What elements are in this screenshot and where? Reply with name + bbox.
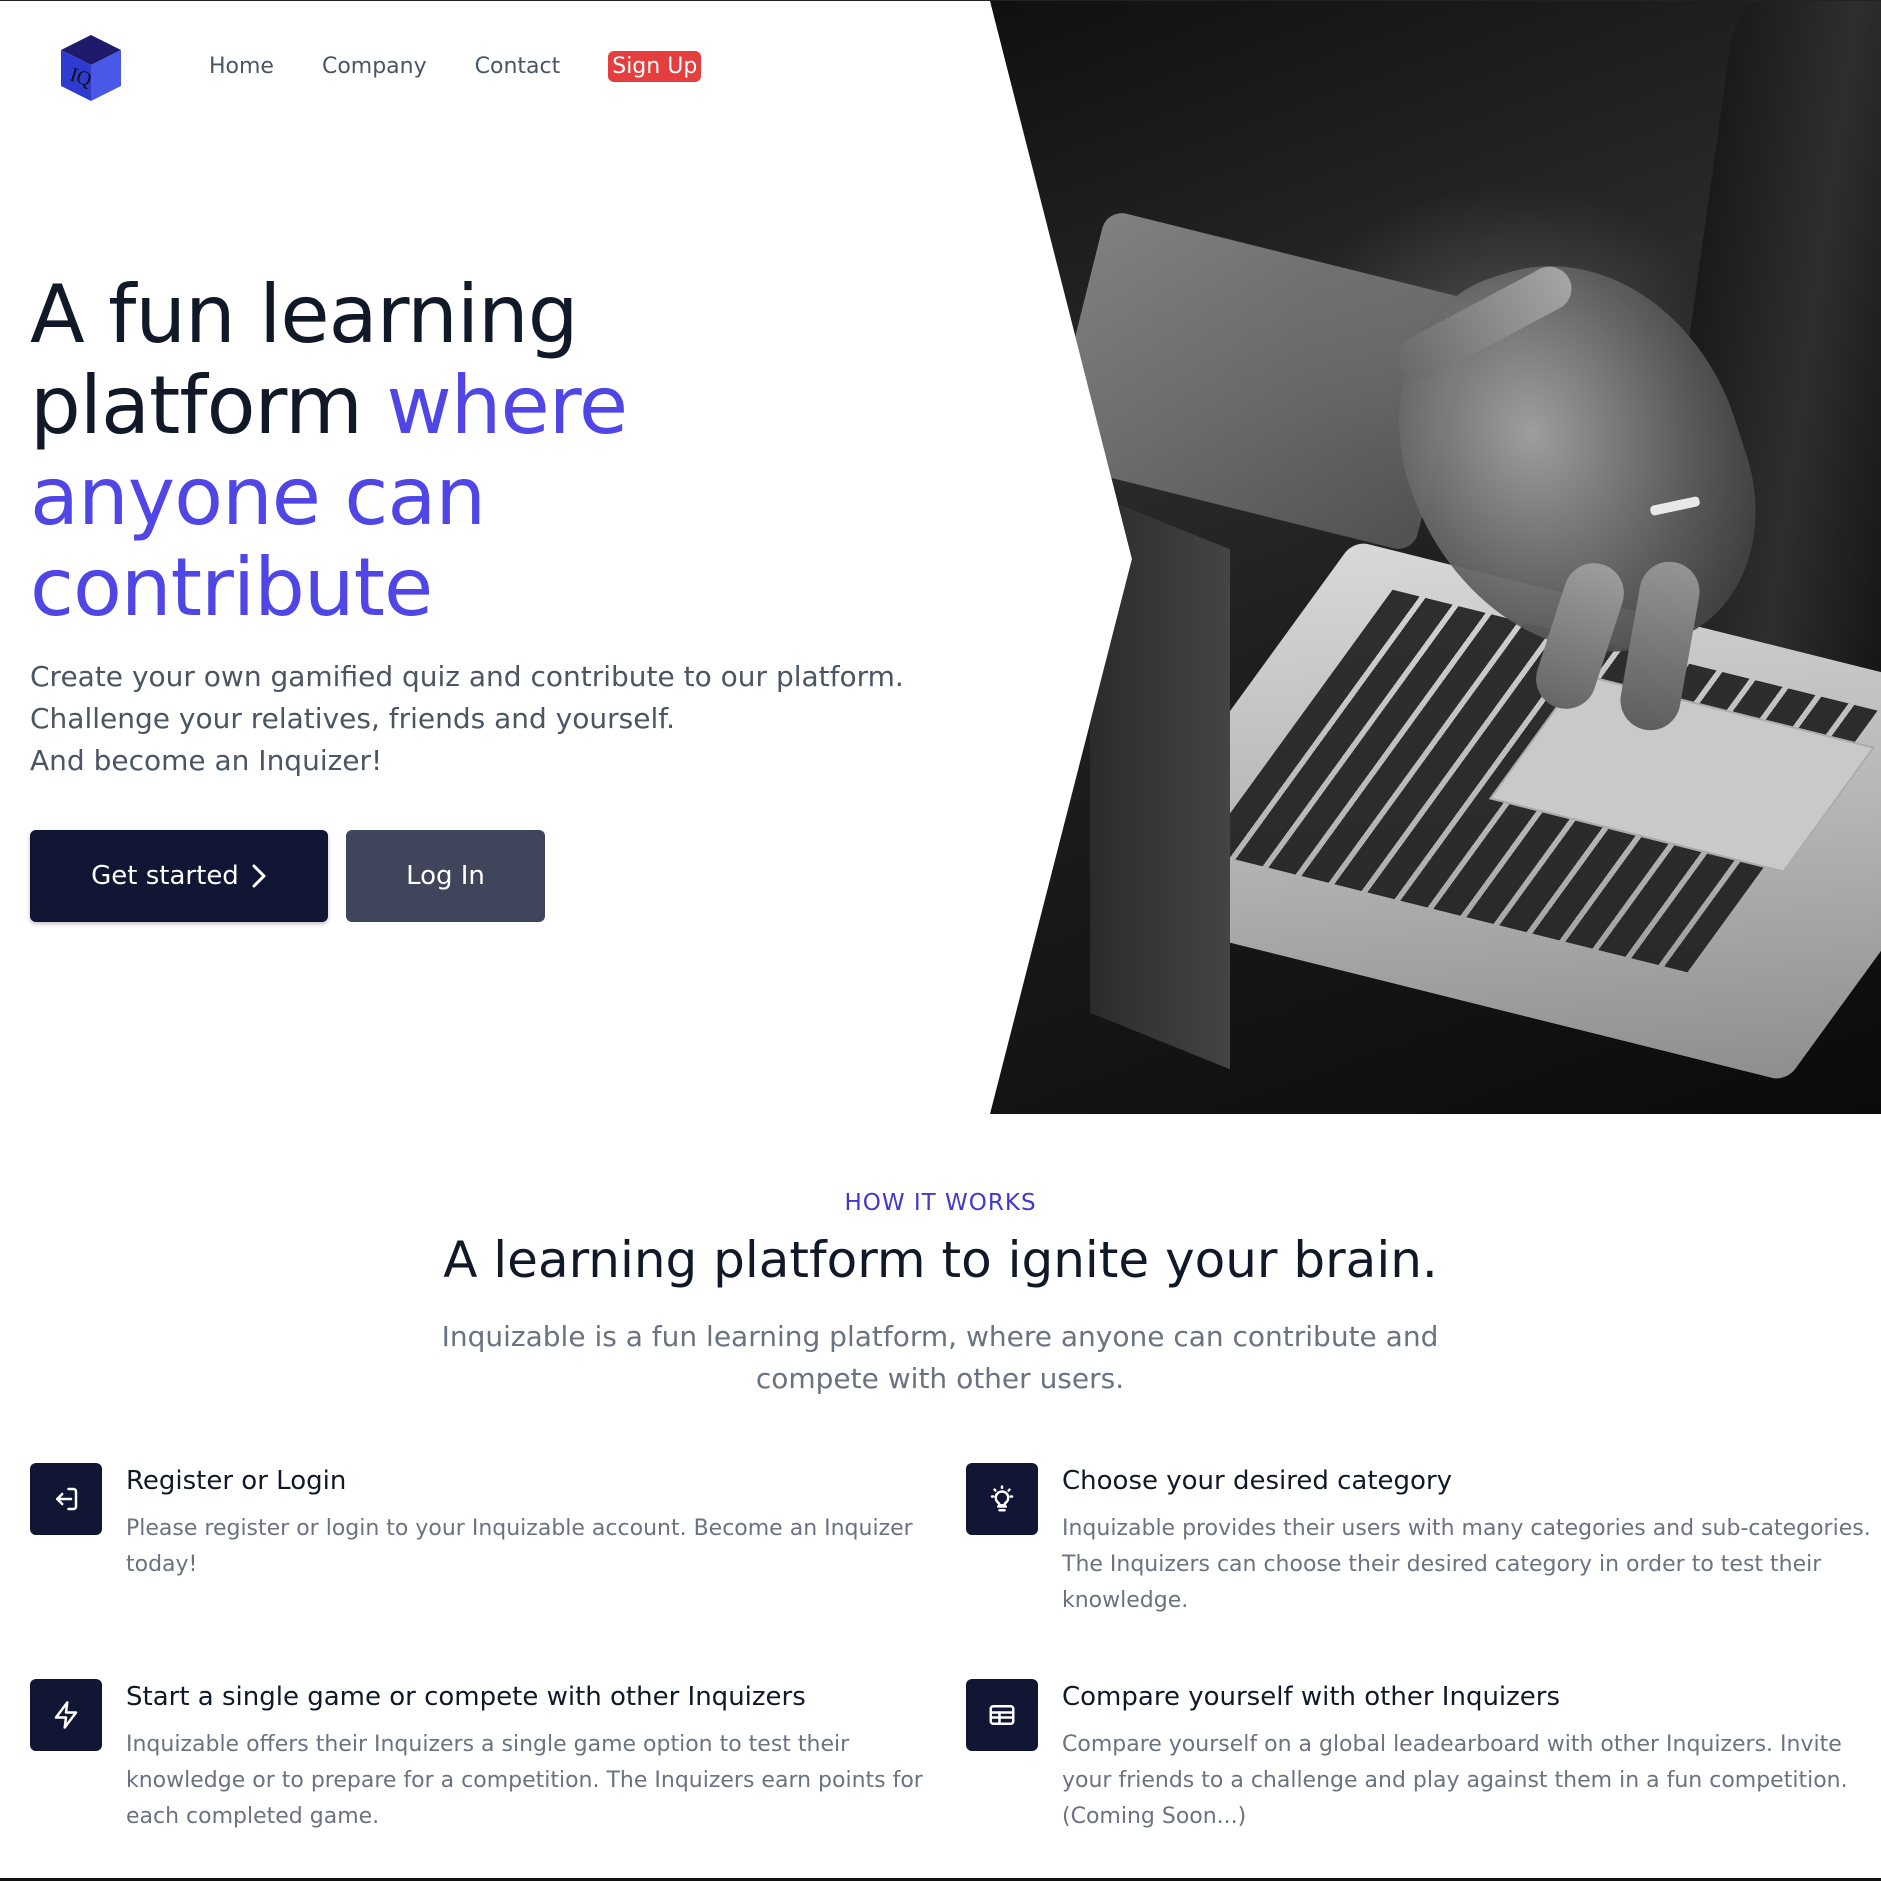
feature-title: Compare yourself with other Inquizers: [1062, 1682, 1561, 1712]
section-eyebrow: HOW IT WORKS: [844, 1190, 1037, 1216]
hero-laptop-photo: [990, 1, 1881, 1114]
section-title: A learning platform to ignite your brain…: [443, 1231, 1438, 1289]
hero-subtitle-line: Challenge your relatives, friends and yo…: [30, 702, 675, 735]
hero-subtitle-line: And become an Inquizer!: [30, 744, 383, 777]
hero-subtitle: Create your own gamified quiz and contri…: [30, 656, 930, 782]
feature-text: Please register or login to your Inquiza…: [126, 1516, 913, 1577]
login-button[interactable]: Log In: [346, 830, 545, 922]
lightning-bolt-icon: [30, 1679, 102, 1751]
section-subtitle: Inquizable is a fun learning platform, w…: [441, 1320, 1439, 1395]
lightbulb-icon: [966, 1463, 1038, 1535]
feature-text: Inquizable provides their users with man…: [1062, 1516, 1871, 1613]
get-started-button[interactable]: Get started: [30, 830, 328, 922]
hero-title: A fun learning platform where anyone can…: [30, 269, 790, 633]
get-started-label: Get started: [91, 861, 239, 891]
login-icon: [30, 1463, 102, 1535]
signup-button[interactable]: Sign Up: [608, 51, 702, 82]
feature-title: Start a single game or compete with othe…: [126, 1682, 806, 1712]
nav-contact-link[interactable]: Contact: [475, 54, 561, 79]
feature-text: Compare yourself on a global leadearboar…: [1062, 1732, 1848, 1829]
feature-text: Inquizable offers their Inquizers a sing…: [126, 1732, 923, 1829]
feature-title: Register or Login: [126, 1466, 347, 1496]
login-label: Log In: [406, 861, 485, 891]
nav-home-link[interactable]: Home: [209, 54, 274, 79]
feature-title: Choose your desired category: [1062, 1466, 1453, 1496]
landing-page: IQ Home Company Contact Sign Up A fun le…: [0, 0, 1881, 1881]
leaderboard-table-icon: [966, 1679, 1038, 1751]
hero-subtitle-line: Create your own gamified quiz and contri…: [30, 660, 904, 693]
iq-cube-logo[interactable]: IQ: [58, 33, 124, 103]
chevron-right-icon: [252, 864, 266, 888]
nav-company-link[interactable]: Company: [322, 54, 427, 79]
photo-laptop-screen: [1090, 492, 1230, 1070]
main-nav: Home Company Contact Sign Up: [209, 51, 702, 82]
